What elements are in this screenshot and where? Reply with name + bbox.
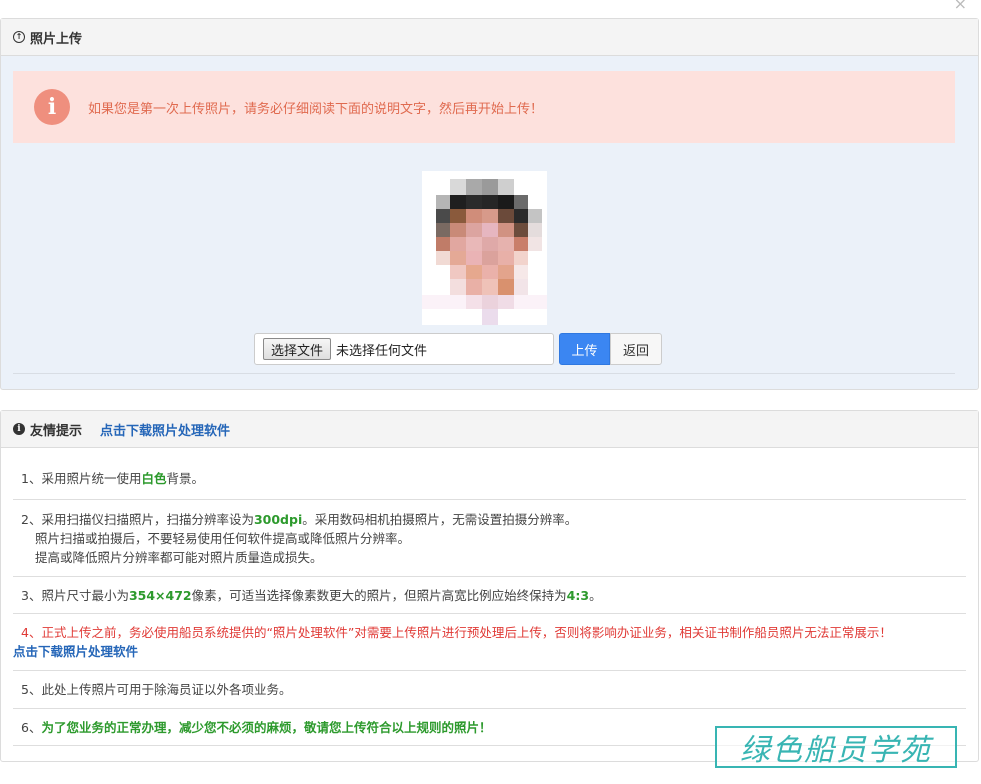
tip-item-2: 2、采用扫描仪扫描照片，扫描分辨率设为300dpi。采用数码相机拍摄照片，无需设… <box>13 500 966 577</box>
upload-arrow-icon: ↑ <box>13 31 25 43</box>
tips-panel-title: 友情提示 <box>30 423 83 439</box>
choose-file-button[interactable]: 选择文件 <box>263 338 332 360</box>
photo-preview <box>422 171 547 325</box>
tip-item-5: 5、此处上传照片可用于除海员证以外各项业务。 <box>13 671 966 709</box>
download-software-link[interactable]: 点击下载照片处理软件 <box>100 420 230 439</box>
back-button[interactable]: 返回 <box>610 333 662 365</box>
highlight-dpi: 300dpi <box>253 511 303 527</box>
tip-2-line-3: 提高或降低照片分辨率都可能对照片质量造成损失。 <box>35 549 323 565</box>
tips-panel-header: i 友情提示 点击下载照片处理软件 <box>1 411 978 448</box>
divider <box>13 373 955 374</box>
tips-panel: i 友情提示 点击下载照片处理软件 1、采用照片统一使用白色背景。 2、采用扫描… <box>0 410 979 762</box>
upload-panel-title: 照片上传 <box>30 31 83 47</box>
highlight-size: 354×472 <box>128 587 192 603</box>
tip-4-warning: 4、正式上传之前，务必使用船员系统提供的“照片处理软件”对需要上传照片进行预处理… <box>21 625 892 640</box>
tip-2-line-2: 照片扫描或拍摄后，不要轻易使用任何软件提高或降低照片分辨率。 <box>35 530 411 546</box>
info-circle-icon: i <box>13 423 25 435</box>
watermark-logo: 绿色船员学苑 <box>715 726 957 768</box>
no-file-text: 未选择任何文件 <box>336 343 428 359</box>
tip-item-3: 3、照片尺寸最小为354×472像素，可适当选择像素数更大的照片，但照片高宽比例… <box>13 577 966 614</box>
close-icon[interactable]: × <box>954 0 967 13</box>
dialog-top: × <box>0 0 981 18</box>
highlight-ratio: 4:3 <box>566 587 590 603</box>
tip-4-download-link[interactable]: 点击下载照片处理软件 <box>13 642 958 661</box>
upload-panel-header: ↑ 照片上传 <box>1 19 978 56</box>
upload-button[interactable]: 上传 <box>559 333 610 365</box>
highlight-white: 白色 <box>141 471 167 486</box>
tip-6-highlight: 为了您业务的正常办理，减少您不必须的麻烦，敬请您上传符合以上规则的照片！ <box>41 719 492 735</box>
info-icon: i <box>34 89 70 125</box>
alert-box: i 如果您是第一次上传照片，请务必仔细阅读下面的说明文字，然后再开始上传！ <box>13 71 955 143</box>
file-input[interactable]: 选择文件 未选择任何文件 <box>254 333 554 365</box>
tips-list: 1、采用照片统一使用白色背景。 2、采用扫描仪扫描照片，扫描分辨率设为300dp… <box>13 458 966 746</box>
alert-message: 如果您是第一次上传照片，请务必仔细阅读下面的说明文字，然后再开始上传！ <box>88 101 544 117</box>
tip-item-1: 1、采用照片统一使用白色背景。 <box>13 458 966 500</box>
tip-item-4: 4、正式上传之前，务必使用船员系统提供的“照片处理软件”对需要上传照片进行预处理… <box>13 614 966 671</box>
upload-panel: ↑ 照片上传 i 如果您是第一次上传照片，请务必仔细阅读下面的说明文字，然后再开… <box>0 18 979 390</box>
